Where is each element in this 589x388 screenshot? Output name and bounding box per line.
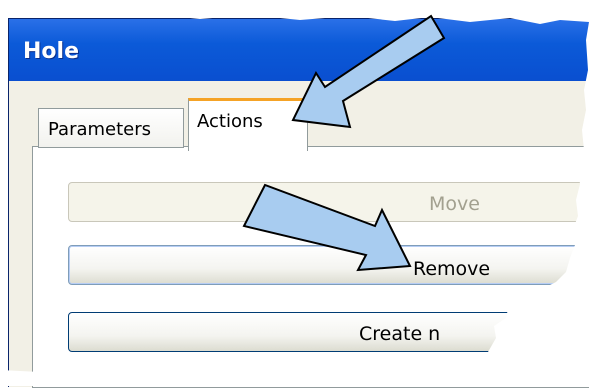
move-button-label: Move xyxy=(429,193,480,215)
tab-actions-label: Actions xyxy=(197,111,263,132)
window-title: Hole xyxy=(23,39,79,64)
tab-parameters[interactable]: Parameters xyxy=(38,108,184,148)
move-button[interactable]: Move xyxy=(68,182,589,222)
tab-actions[interactable]: Actions xyxy=(188,98,308,151)
remove-button[interactable]: Remove xyxy=(68,245,589,285)
title-bar[interactable]: Hole xyxy=(9,19,589,81)
remove-button-label: Remove xyxy=(413,258,491,280)
create-button[interactable]: Create n xyxy=(68,312,589,352)
tab-parameters-label: Parameters xyxy=(48,119,152,140)
create-button-label: Create n xyxy=(359,323,441,345)
